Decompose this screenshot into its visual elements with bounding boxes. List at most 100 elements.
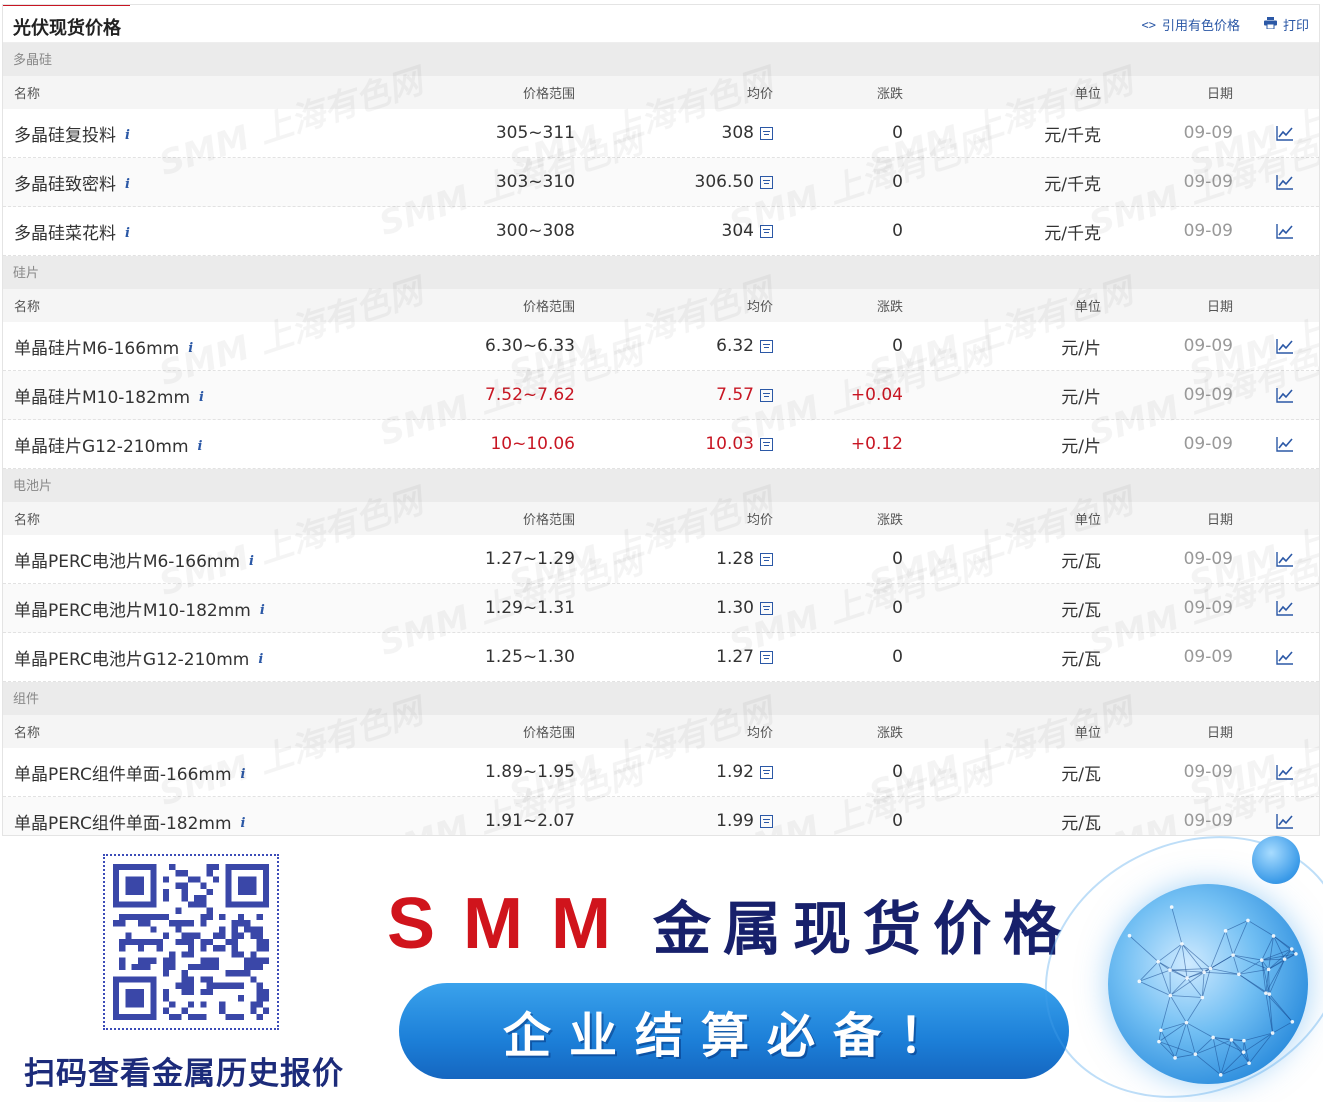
average-price-value: 1.30 <box>716 598 754 618</box>
table-row: 单晶硅片G12-210mm i 10~10.06 10.03 +0.12 元/片 09-09 <box>3 420 1319 469</box>
product-name[interactable]: 单晶PERC组件单面-182mm i <box>14 797 246 835</box>
product-name[interactable]: 多晶硅菜花料 i <box>14 207 130 255</box>
line-chart-icon[interactable] <box>1273 633 1297 681</box>
info-icon[interactable]: i <box>188 341 193 356</box>
price-range: 300~308 <box>495 221 575 241</box>
average-price-value: 7.57 <box>716 385 754 405</box>
info-icon[interactable]: i <box>125 128 130 143</box>
product-name-text[interactable]: 单晶硅片M10-182mm <box>14 383 190 408</box>
product-name-text[interactable]: 单晶PERC组件单面-166mm <box>14 760 232 785</box>
table-row: 单晶PERC组件单面-166mm i 1.89~1.95 1.92 0 元/瓦 09-09 <box>3 748 1319 797</box>
section-header: 多晶硅 <box>3 43 1319 76</box>
average-price: 1.92 <box>643 748 773 796</box>
line-chart-icon[interactable] <box>1273 109 1297 157</box>
price-unit: 元/瓦 <box>1061 764 1101 785</box>
cite-price-link[interactable]: <> 引用有色价格 <box>1142 15 1240 35</box>
banner-headline: SMM 金属现货价格 <box>387 882 1073 966</box>
calendar-icon[interactable] <box>760 437 773 451</box>
info-icon[interactable]: i <box>260 603 265 618</box>
info-icon[interactable]: i <box>249 554 254 569</box>
price-range: 7.52~7.62 <box>485 385 575 405</box>
line-chart-icon[interactable] <box>1273 207 1297 255</box>
info-icon[interactable]: i <box>241 816 246 831</box>
table-row: 单晶PERC组件单面-182mm i 1.91~2.07 1.99 0 元/瓦 09-09 <box>3 797 1319 835</box>
line-chart-icon[interactable] <box>1273 371 1297 419</box>
calendar-icon[interactable] <box>760 388 773 402</box>
promo-banner[interactable]: 扫码查看金属历史报价 SMM 金属现货价格 企业结算必备！ <box>0 836 1323 1102</box>
line-chart-icon[interactable] <box>1273 748 1297 796</box>
average-price-value: 6.32 <box>716 336 754 356</box>
product-name-text[interactable]: 多晶硅致密料 <box>14 170 116 195</box>
info-icon[interactable]: i <box>199 390 204 405</box>
product-name[interactable]: 单晶PERC电池片M6-166mm i <box>14 535 254 583</box>
calendar-icon[interactable] <box>760 650 773 664</box>
price-change: 0 <box>892 549 903 569</box>
average-price-value: 306.50 <box>694 172 754 192</box>
price-date: 09-09 <box>1183 336 1233 356</box>
table-row: 单晶PERC电池片M10-182mm i 1.29~1.31 1.30 0 元/瓦 09-0… <box>3 584 1319 633</box>
panel-title: 光伏现货价格 <box>13 18 121 39</box>
info-icon[interactable]: i <box>258 652 263 667</box>
qr-code[interactable] <box>103 854 279 1030</box>
product-name-text[interactable]: 单晶硅片M6-166mm <box>14 334 179 359</box>
average-price-value: 1.92 <box>716 762 754 782</box>
price-unit: 元/瓦 <box>1061 649 1101 670</box>
price-change: 0 <box>892 811 903 831</box>
price-unit: 元/片 <box>1061 338 1101 359</box>
product-name-text[interactable]: 单晶PERC电池片M6-166mm <box>14 547 240 572</box>
decorative-ball-icon <box>1252 836 1300 884</box>
line-chart-icon[interactable] <box>1273 420 1297 468</box>
price-date: 09-09 <box>1183 123 1233 143</box>
line-chart-icon[interactable] <box>1273 158 1297 206</box>
product-name[interactable]: 单晶硅片M6-166mm i <box>14 322 193 370</box>
price-date: 09-09 <box>1183 762 1233 782</box>
price-date: 09-09 <box>1183 647 1233 667</box>
product-name[interactable]: 单晶硅片M10-182mm i <box>14 371 204 419</box>
slogan-pill: 企业结算必备！ <box>399 983 1069 1079</box>
print-button[interactable]: 打印 <box>1263 15 1309 34</box>
product-name[interactable]: 多晶硅致密料 i <box>14 158 130 206</box>
column-header-range: 价格范围 <box>522 87 575 102</box>
column-header-name: 名称 <box>14 87 41 102</box>
calendar-icon[interactable] <box>760 552 773 566</box>
price-unit: 元/千克 <box>1044 174 1101 195</box>
product-name[interactable]: 单晶硅片G12-210mm i <box>14 420 202 468</box>
product-name-text[interactable]: 单晶硅片G12-210mm <box>14 432 189 457</box>
column-header-date: 日期 <box>1206 513 1233 528</box>
section-header: 硅片 <box>3 256 1319 289</box>
info-icon[interactable]: i <box>198 439 203 454</box>
column-header-date: 日期 <box>1206 87 1233 102</box>
price-change: +0.04 <box>850 385 903 405</box>
price-range: 1.89~1.95 <box>485 762 575 782</box>
line-chart-icon[interactable] <box>1273 322 1297 370</box>
info-icon[interactable]: i <box>125 177 130 192</box>
product-name[interactable]: 单晶PERC电池片G12-210mm i <box>14 633 263 681</box>
calendar-icon[interactable] <box>760 224 773 238</box>
price-change: +0.12 <box>850 434 903 454</box>
print-label: 打印 <box>1282 19 1309 34</box>
product-name[interactable]: 单晶PERC电池片M10-182mm i <box>14 584 265 632</box>
price-range: 303~310 <box>495 172 575 192</box>
line-chart-icon[interactable] <box>1273 535 1297 583</box>
product-name-text[interactable]: 多晶硅菜花料 <box>14 219 116 244</box>
product-name-text[interactable]: 单晶PERC组件单面-182mm <box>14 809 232 834</box>
average-price-value: 1.27 <box>716 647 754 667</box>
product-name-text[interactable]: 单晶PERC电池片G12-210mm <box>14 645 249 670</box>
calendar-icon[interactable] <box>760 126 773 140</box>
column-header-avg: 均价 <box>746 726 773 741</box>
line-chart-icon[interactable] <box>1273 584 1297 632</box>
calendar-icon[interactable] <box>760 175 773 189</box>
product-name[interactable]: 单晶PERC组件单面-166mm i <box>14 748 245 796</box>
calendar-icon[interactable] <box>760 601 773 615</box>
info-icon[interactable]: i <box>241 767 246 782</box>
calendar-icon[interactable] <box>760 765 773 779</box>
column-header-date: 日期 <box>1206 300 1233 315</box>
product-name-text[interactable]: 单晶PERC电池片M10-182mm <box>14 596 251 621</box>
product-name-text[interactable]: 多晶硅复投料 <box>14 121 116 146</box>
product-name[interactable]: 多晶硅复投料 i <box>14 109 130 157</box>
calendar-icon[interactable] <box>760 339 773 353</box>
calendar-icon[interactable] <box>760 814 773 828</box>
table-row: 单晶PERC电池片M6-166mm i 1.27~1.29 1.28 0 元/瓦 09-09 <box>3 535 1319 584</box>
line-chart-icon[interactable] <box>1273 797 1297 835</box>
info-icon[interactable]: i <box>125 226 130 241</box>
